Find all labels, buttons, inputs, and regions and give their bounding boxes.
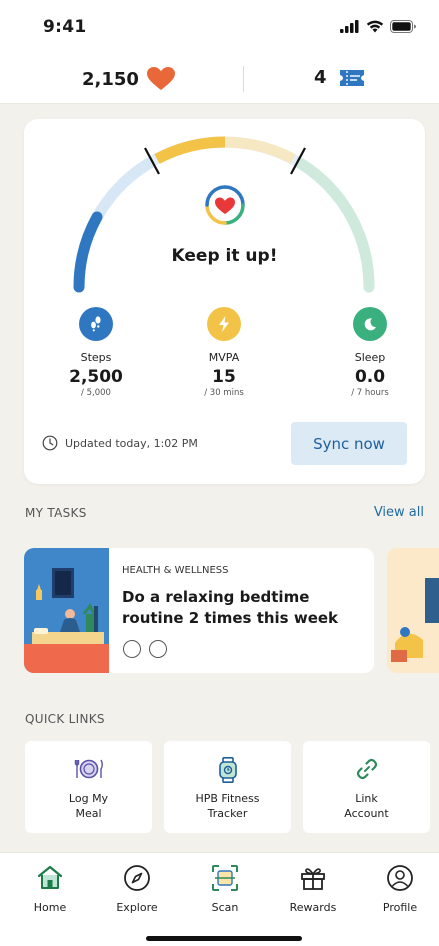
task-check-1 [123,640,141,658]
smartwatch-icon [218,757,237,783]
task-progress [123,640,167,658]
gauge-message: Keep it up! [171,246,278,266]
tab-label: Explore [116,901,158,914]
metric-value: 2,500 [69,367,123,387]
quick-link-link-account[interactable]: Link Account [303,741,430,833]
home-icon [37,865,63,889]
ticket-icon [339,69,364,86]
metric-target: / 30 mins [204,388,244,398]
points-header: 2,150 4 [0,52,439,104]
last-updated: Updated today, 1:02 PM [42,435,198,451]
tab-rewards[interactable]: Rewards [273,863,353,914]
battery-icon [390,20,416,33]
status-bar: 9:41 [0,0,439,52]
metric-label: Sleep [354,351,386,364]
ticket-balance[interactable]: 4 [314,67,365,88]
user-icon [387,865,413,891]
tab-profile[interactable]: Profile [360,863,439,914]
metric-value: 15 [212,367,236,387]
tab-scan[interactable]: Scan [185,863,265,914]
compass-icon [124,865,150,891]
ticket-count: 4 [314,67,327,88]
wifi-icon [366,20,384,33]
footsteps-icon [79,307,113,341]
scan-icon [212,865,238,891]
metric-steps[interactable]: Steps 2,500 / 5,000 [41,307,151,398]
metric-target: / 7 hours [351,388,389,398]
metric-sleep[interactable]: z Sleep 0.0 / 7 hours [315,307,425,398]
quick-link-label: HPB Fitness Tracker [195,792,260,820]
quick-links-title: QUICK LINKS [25,712,105,726]
metric-mvpa[interactable]: MVPA 15 / 30 mins [169,307,279,398]
status-icons [340,20,417,33]
plate-icon [74,759,103,779]
quick-link-label: Link Account [344,792,389,820]
tab-label: Scan [211,901,239,914]
link-icon [356,758,377,780]
metric-value: 0.0 [354,367,386,387]
gift-icon [301,868,325,890]
sync-now-button[interactable]: Sync now [291,422,407,465]
metric-label: MVPA [208,351,240,364]
task-check-2 [149,640,167,658]
points-value: 2,150 [82,68,139,90]
lightning-icon [207,307,241,341]
gauge-mvpa-fill [154,136,226,164]
home-indicator [146,936,302,941]
bedtime-illustration [24,548,109,673]
heart-icon [146,67,175,90]
signal-icon [340,20,359,33]
tab-explore[interactable]: Explore [97,863,177,914]
quick-link-label: Log My Meal [68,792,109,820]
quick-link-fitness-tracker[interactable]: HPB Fitness Tracker [164,741,291,833]
task-category: HEALTH & WELLNESS [122,565,229,576]
task-next-illustration [387,548,439,673]
points-balance[interactable]: 2,150 [82,67,175,91]
clock-icon [42,435,58,451]
bottom-tab-bar: Home Explore Scan Rewards Profile [0,852,439,946]
svg-text:z: z [372,320,375,326]
moon-icon: z [353,307,387,341]
tab-label: Home [33,901,67,914]
header-divider [243,66,244,92]
view-all-link[interactable]: View all [374,505,424,520]
task-title: Do a relaxing bedtime routine 2 times th… [122,588,339,627]
metric-target: / 5,000 [81,388,111,398]
tab-home[interactable]: Home [10,863,90,914]
task-card-next[interactable] [387,548,439,673]
last-updated-text: Updated today, 1:02 PM [65,436,198,450]
tab-label: Rewards [289,901,337,914]
task-card[interactable]: HEALTH & WELLNESS Do a relaxing bedtime … [24,548,374,673]
gauge-sleep-track [295,158,375,293]
tab-label: Profile [382,901,418,914]
activity-card: Keep it up! Steps 2,500 / 5,000 MVPA 15 … [24,119,425,484]
status-time: 9:41 [43,17,87,37]
tasks-section-title: MY TASKS [25,506,87,520]
quick-link-log-meal[interactable]: Log My Meal [25,741,152,833]
metric-label: Steps [80,351,112,364]
heart-cycle-icon [205,185,245,225]
